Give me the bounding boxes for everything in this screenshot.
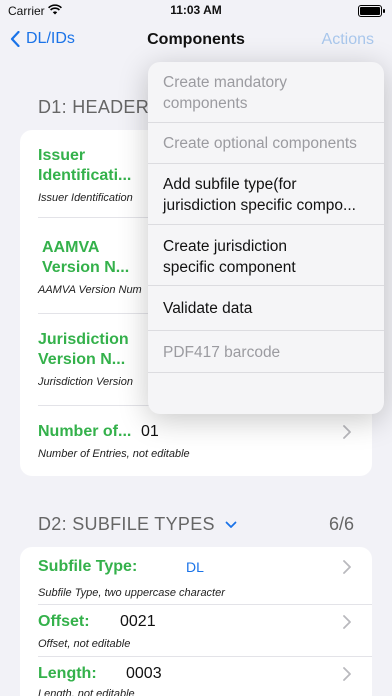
field-label: AAMVA Version N... bbox=[42, 239, 130, 276]
actions-menu: Create mandatory components Create optio… bbox=[148, 62, 384, 414]
field-description: Number of Entries, not editable bbox=[38, 448, 190, 460]
chevron-right-icon bbox=[343, 425, 351, 439]
actions-button[interactable]: Actions bbox=[322, 31, 374, 49]
menu-item-create-optional[interactable]: Create optional components bbox=[148, 123, 384, 164]
subfile-type-badge: DL bbox=[186, 559, 204, 575]
status-bar: Carrier 11:03 AM bbox=[0, 0, 392, 22]
menu-item-create-jurisdiction[interactable]: Create jurisdiction specific component bbox=[148, 225, 384, 286]
field-label: Jurisdiction Version N... bbox=[38, 331, 129, 368]
navigation-bar: DL/IDs Components Actions bbox=[0, 22, 392, 62]
field-description: Offset, not editable bbox=[38, 638, 131, 650]
chevron-down-icon bbox=[225, 521, 237, 528]
field-description: Issuer Identification bbox=[38, 192, 133, 204]
field-description: Jurisdiction Version bbox=[38, 376, 133, 388]
field-label: Offset: bbox=[38, 613, 90, 630]
field-label: Length: bbox=[38, 665, 97, 682]
field-label: Subfile Type: bbox=[38, 558, 138, 575]
list-item[interactable]: Length: 0003 Length, not editable bbox=[38, 657, 372, 696]
field-label: Issuer Identificati... bbox=[38, 147, 132, 184]
chevron-right-icon bbox=[343, 667, 351, 681]
section-header-d2[interactable]: D2: SUBFILE TYPES bbox=[38, 514, 237, 535]
section-count: 6/6 bbox=[328, 514, 354, 534]
field-value: 0021 bbox=[120, 613, 156, 630]
field-value: 01 bbox=[141, 423, 159, 440]
list-item[interactable]: Subfile Type: DL Subfile Type, two upper… bbox=[38, 547, 372, 605]
clock: 11:03 AM bbox=[170, 3, 222, 17]
chevron-right-icon bbox=[343, 560, 351, 574]
menu-item-pdf417-barcode[interactable]: PDF417 barcode bbox=[148, 331, 384, 373]
battery-icon bbox=[358, 5, 385, 17]
list-item[interactable]: Number of... 01 Number of Entries, not e… bbox=[38, 406, 372, 476]
field-description: Length, not editable bbox=[38, 688, 135, 696]
menu-item-add-subfile-type[interactable]: Add subfile type(for jurisdiction specif… bbox=[148, 164, 384, 225]
field-value: 0003 bbox=[126, 665, 162, 682]
menu-item-create-mandatory[interactable]: Create mandatory components bbox=[148, 62, 384, 123]
field-description: Subfile Type, two uppercase character bbox=[38, 587, 225, 599]
list-item[interactable]: Offset: 0021 Offset, not editable bbox=[38, 605, 372, 657]
field-description: AAMVA Version Num bbox=[38, 284, 142, 296]
d2-card: Subfile Type: DL Subfile Type, two upper… bbox=[20, 547, 372, 696]
menu-item-validate-data[interactable]: Validate data bbox=[148, 286, 384, 331]
chevron-right-icon bbox=[343, 615, 351, 629]
field-label: Number of... bbox=[38, 423, 132, 440]
